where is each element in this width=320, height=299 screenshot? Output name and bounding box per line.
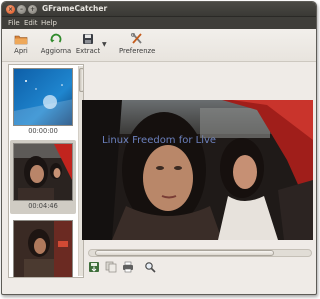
menu-file[interactable]: File <box>8 19 20 27</box>
thumbnail-time: 00:04:46 <box>28 202 58 210</box>
menu-help[interactable]: Help <box>41 19 57 27</box>
thumbnail-scrollbar-thumb[interactable] <box>79 68 83 92</box>
preferences-button[interactable]: Preferenze <box>119 32 155 58</box>
preview-actions <box>88 261 168 275</box>
thumbnail-image <box>13 68 73 126</box>
thumbnail-time: 00:00:00 <box>28 127 58 135</box>
timeline-scrollbar[interactable] <box>88 249 312 257</box>
refresh-button[interactable]: Aggiorna <box>40 32 72 58</box>
minimize-window-button[interactable]: – <box>17 5 26 14</box>
toolbar: Apri Aggiorna Extract ▼ Preferenze <box>2 29 316 62</box>
tools-icon <box>130 33 142 44</box>
save-icon <box>83 34 93 44</box>
menu-bar: File Edit Help <box>2 17 316 29</box>
window-title: GFrameCatcher <box>42 4 108 13</box>
title-bar: × – + GFrameCatcher <box>2 2 316 17</box>
frame-preview <box>82 100 313 240</box>
open-button[interactable]: Apri <box>10 32 32 58</box>
preview-watermark: Linux Freedom for Live <box>102 135 217 146</box>
thumbnail-image <box>13 143 73 201</box>
refresh-label: Aggiorna <box>40 47 72 55</box>
menu-edit[interactable]: Edit <box>24 19 38 27</box>
thumbnail-image <box>13 220 73 277</box>
extract-dropdown-arrow-icon[interactable]: ▼ <box>102 41 107 48</box>
app-window: × – + GFrameCatcher File Edit Help Apri … <box>1 1 317 295</box>
zoom-icon[interactable] <box>144 261 156 273</box>
open-label: Apri <box>14 47 28 55</box>
refresh-icon <box>50 33 62 43</box>
save-frame-icon[interactable] <box>88 261 100 273</box>
copy-icon[interactable] <box>105 261 117 273</box>
thumbnail-list[interactable]: 00:00:00 00:04:46 <box>8 64 84 278</box>
close-window-button[interactable]: × <box>6 5 15 14</box>
list-item[interactable]: 00:04:46 <box>10 140 76 214</box>
timeline-scrollbar-thumb[interactable] <box>95 250 274 256</box>
extract-label: Extract <box>75 47 101 55</box>
maximize-window-button[interactable]: + <box>28 5 37 14</box>
list-item[interactable] <box>10 217 76 277</box>
folder-icon <box>14 35 28 45</box>
print-icon[interactable] <box>122 261 134 273</box>
list-item[interactable]: 00:00:00 <box>10 65 76 139</box>
preferences-label: Preferenze <box>119 47 156 55</box>
extract-button[interactable]: Extract <box>73 32 103 58</box>
